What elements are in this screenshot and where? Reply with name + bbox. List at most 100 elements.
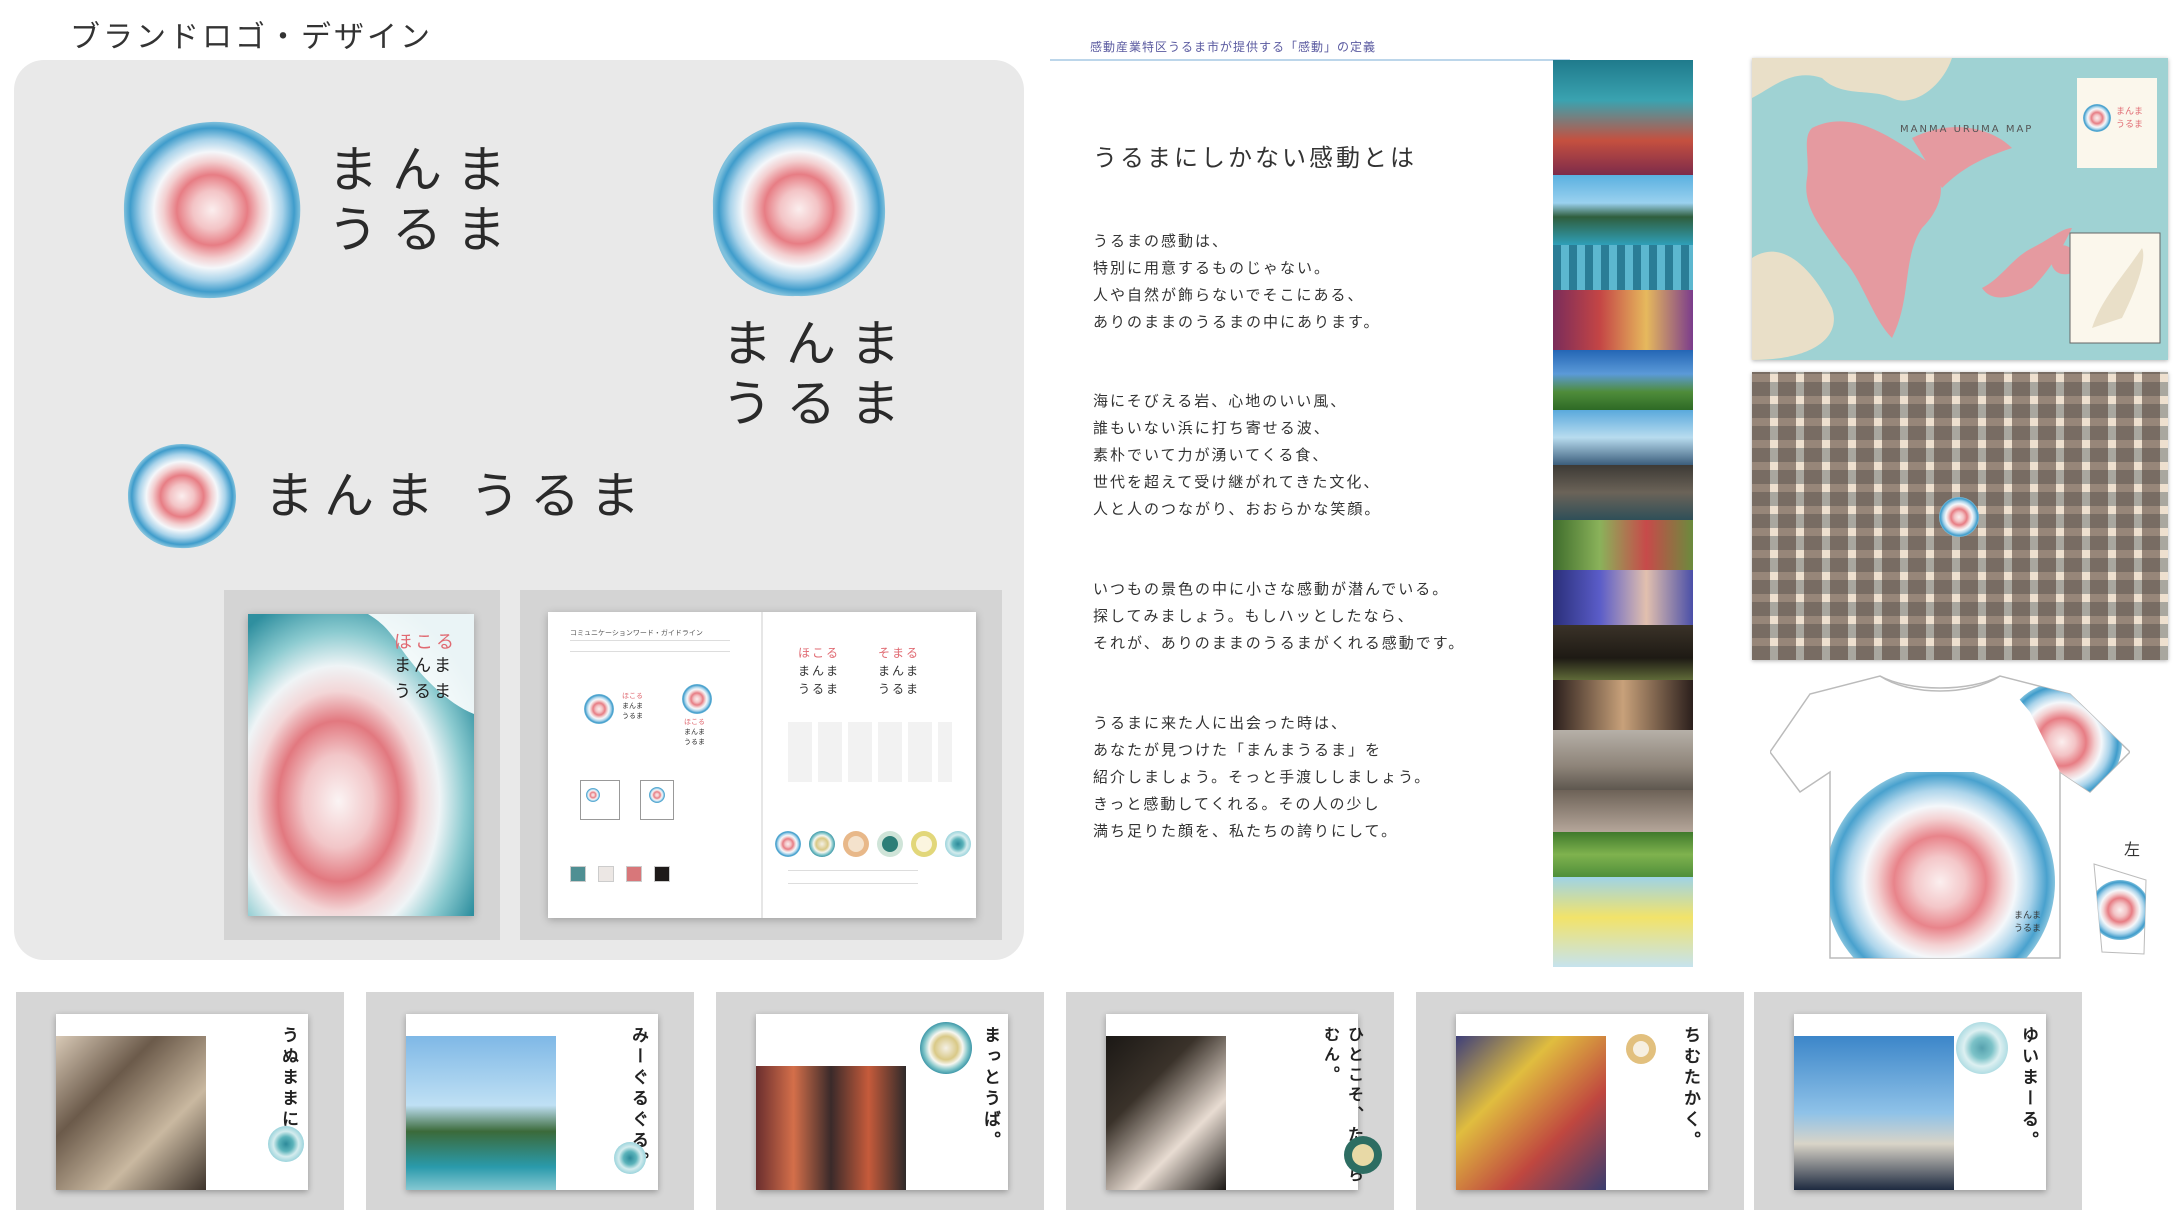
emblem-logo-large	[123, 121, 301, 299]
collage-emblem	[1939, 497, 1979, 537]
photo-festival	[1553, 290, 1693, 350]
spread-mockup-4: ひとこそ、たからむん。	[1066, 992, 1394, 1210]
uruma-map: MANMA URUMA MAP まんま うるま	[1752, 58, 2168, 360]
section-heading: ブランドロゴ・デザイン	[70, 20, 433, 55]
emblem-logo-vertical	[712, 122, 886, 297]
caption-rule	[1050, 59, 1570, 61]
spread-photo	[56, 1036, 206, 1190]
paragraph-line: それが、ありのままのうるまがくれる感動です。	[1093, 634, 1466, 652]
mini-emblem	[682, 684, 712, 714]
spread-page: ちむたかく。	[1456, 1014, 1708, 1190]
photo-cave	[1553, 730, 1693, 790]
spread-mockup-3: まっとうば。	[716, 992, 1044, 1210]
photo-lion-dance	[1553, 680, 1693, 730]
spread-photo	[406, 1036, 556, 1190]
guide-line-1: まんま	[878, 664, 921, 678]
spread-mockup-6: ゆいまーる。	[1754, 992, 2082, 1210]
photo-flowers	[1553, 520, 1693, 570]
spread-photo	[1794, 1036, 1954, 1190]
photo-castle-field	[1553, 350, 1693, 410]
emblem-variation	[877, 831, 903, 857]
logo-wordmark-vertical: まんま うるま	[722, 314, 914, 434]
color-swatch-black	[654, 866, 670, 882]
guide-word-right: そまる まんま うるま	[878, 644, 920, 698]
emblem-variation	[911, 831, 937, 857]
guide-word: ほこる	[798, 646, 841, 660]
spread-mockup-5: ちむたかく。	[1416, 992, 1744, 1210]
photo-sea-grid	[1553, 245, 1693, 290]
spread-title: まっとうば。	[980, 1026, 1000, 1152]
cover-line-1: まんま	[394, 656, 454, 676]
emblem-variation	[945, 831, 971, 857]
spread-title: ちむたかく。	[1680, 1026, 1700, 1152]
color-swatches	[570, 866, 670, 882]
color-swatch-white	[598, 866, 614, 882]
paragraph-line: 海にそびえる岩、心地のいい風、	[1093, 392, 1348, 410]
paragraph-line: 満ち足りた顔を、私たちの誇りにして。	[1093, 822, 1399, 840]
spread-emblem	[268, 1126, 304, 1162]
logo-wordmark-horizontal: まんま うるま	[264, 467, 650, 525]
paragraph-line: 誰もいない浜に打ち寄せる波、	[1093, 419, 1331, 437]
mini-logotype: ほこる まんま うるま	[684, 718, 705, 747]
mini-line-2: うるま	[622, 711, 643, 720]
concept-paragraph-3: いつもの景色の中に小さな感動が潜んでいる。 探してみましょう。もしハッとしたなら…	[1093, 576, 1465, 657]
concept-paragraph-2: 海にそびえる岩、心地のいい風、 誰もいない浜に打ち寄せる波、 素朴でいて力が湧い…	[1093, 388, 1381, 523]
map-logo-line-1: まんま	[2116, 107, 2144, 117]
logo-line-2: うるま	[722, 375, 914, 433]
paragraph-line: あなたが見つけた「まんまうるま」を	[1093, 741, 1383, 759]
mini-logotype: ほこる まんま うるま	[622, 692, 643, 721]
paragraph-line: 探してみましょう。もしハッとしたなら、	[1093, 607, 1415, 625]
mini-line-2: うるま	[684, 737, 705, 746]
photo-strip	[1553, 60, 1693, 967]
map-logotype: まんま うるま	[2116, 106, 2143, 131]
guide-line-1: まんま	[798, 664, 841, 678]
tshirt-label: まんま うるま	[2014, 910, 2041, 935]
guide-line-2: うるま	[798, 682, 841, 696]
concept-title: うるまにしかない感動とは	[1093, 144, 1417, 172]
tshirt-sleeve-detail	[2093, 863, 2147, 955]
tshirt-side-label: 左	[2124, 840, 2141, 859]
paragraph-line: 人と人のつながり、おおらかな笑顔。	[1093, 500, 1382, 518]
tshirt-label-line-1: まんま	[2014, 911, 2042, 921]
spread-page: うぬままに。	[56, 1014, 308, 1190]
photo-interior	[1553, 790, 1693, 832]
color-swatch-teal	[570, 866, 586, 882]
concept-paragraph-4: うるまに来た人に出会った時は、 あなたが見つけた「まんまうるま」を 紹介しましょ…	[1093, 710, 1431, 845]
emblem-variation	[775, 831, 801, 857]
tshirt-mockup	[1770, 675, 2130, 959]
emblem-logo-small	[128, 444, 236, 549]
photo-salt-package	[1553, 877, 1693, 967]
photo-rock-island	[1553, 175, 1693, 245]
photo-people	[1553, 570, 1693, 625]
guide-line-2: うるま	[878, 682, 921, 696]
paragraph-line: 紹介しましょう。そっと手渡ししましょう。	[1093, 768, 1432, 786]
guide-word-left: ほこる まんま うるま	[798, 644, 840, 698]
spread-page: みーぐるぐる。	[406, 1014, 658, 1190]
mini-logo-box	[640, 780, 674, 820]
spread-emblem	[1344, 1136, 1382, 1174]
mini-emblem	[584, 694, 614, 724]
photo-bull	[1553, 625, 1693, 680]
photo-coral-reef	[1553, 60, 1693, 175]
emblem-variation	[843, 831, 869, 857]
logo-wordmark-stacked: まんま うるま	[328, 140, 520, 260]
guide-word: そまる	[878, 646, 921, 660]
cover-word: ほこる	[394, 632, 457, 653]
paragraph-line: ありのままのうるまの中にあります。	[1093, 313, 1381, 331]
map-title: MANMA URUMA MAP	[1900, 124, 2034, 135]
spread-mockup-1: うぬままに。	[16, 992, 344, 1210]
paragraph-line: きっと感動してくれる。その人の少し	[1093, 795, 1381, 813]
spread-page: ゆいまーる。	[1794, 1014, 2046, 1190]
guide-footnote	[788, 870, 918, 884]
spread-photo	[1456, 1036, 1606, 1190]
paragraph-line: 世代を超えて受け継がれてきた文化、	[1093, 473, 1381, 491]
mini-word: ほこる	[684, 718, 705, 726]
guide-title: コミュニケーションワード・ガイドライン	[570, 629, 703, 637]
mini-line-1: まんま	[684, 727, 705, 736]
tshirt-label-line-2: うるま	[2014, 923, 2042, 934]
color-swatch-pink	[626, 866, 642, 882]
spread-emblem	[1956, 1022, 2008, 1074]
guideline-booklet: コミュニケーションワード・ガイドライン ほこる まんま うるま ほこる まんま うるま …	[548, 612, 976, 918]
logo-line-2: うるま	[328, 201, 520, 259]
concept-paragraph-1: うるまの感動は、 特別に用意するものじゃない。 人や自然が飾らないでそこにある、…	[1093, 228, 1381, 336]
